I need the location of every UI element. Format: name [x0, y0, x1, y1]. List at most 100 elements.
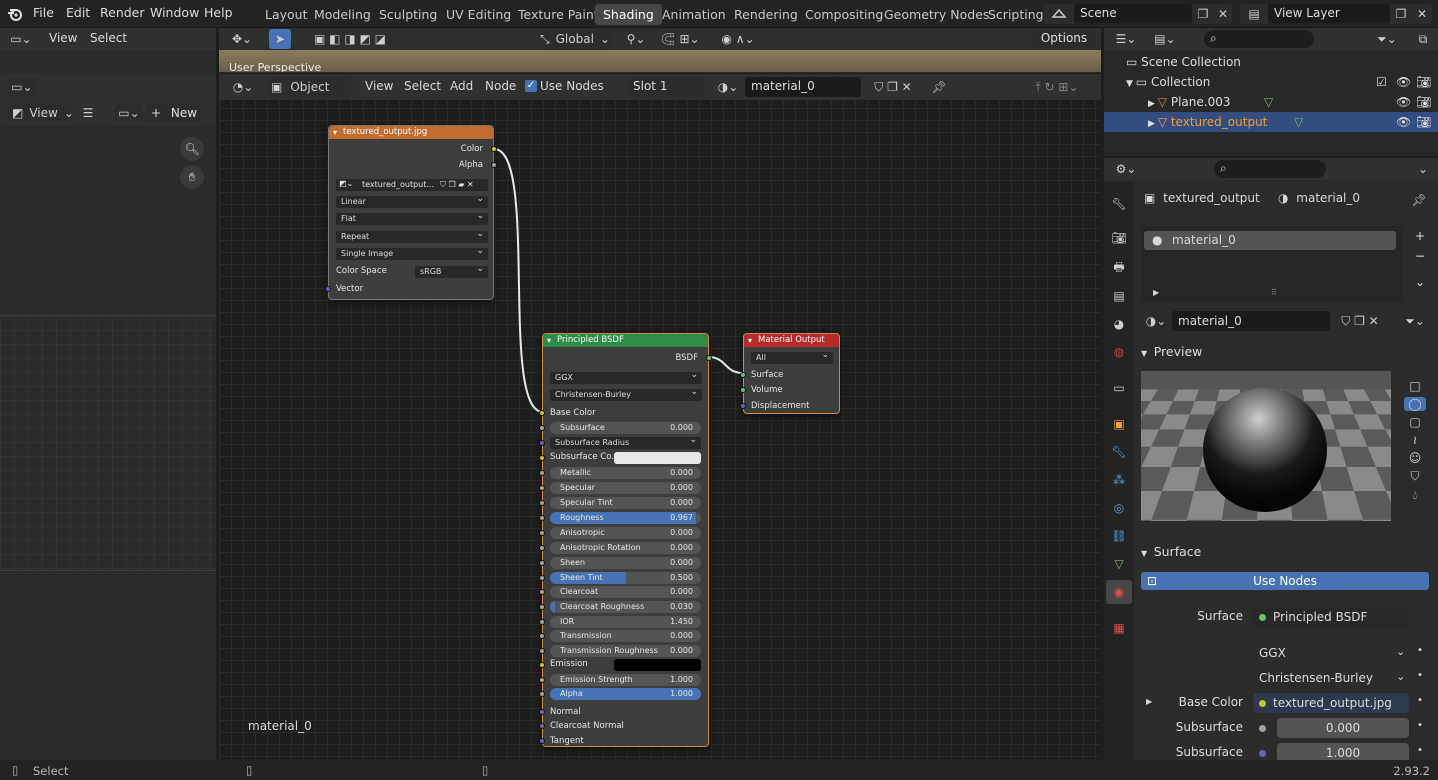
eye-icon[interactable]: 👁︎	[1396, 112, 1411, 132]
output-alpha-socket[interactable]	[491, 162, 497, 168]
bsdf-input-socket[interactable]	[539, 589, 545, 595]
image-browse-icon[interactable]: ▭⌄	[115, 104, 143, 122]
subsurface-method-dropdown[interactable]: Christensen-Burley	[550, 386, 702, 401]
collection-row[interactable]: ▼ ▭ Collection ☑ 👁︎ 📷︎	[1126, 72, 1438, 92]
preview-panel-header[interactable]: ▼ Preview	[1141, 344, 1202, 359]
slider-anisotropic[interactable]: Anisotropic 0.000	[550, 527, 701, 539]
select-mode-icons[interactable]: ▣ ◧ ◨ ◩ ◪	[305, 29, 395, 49]
slider-roughness[interactable]: Roughness 0.967	[550, 512, 701, 524]
keyframe-dot-icon[interactable]: •	[1417, 745, 1423, 756]
bsdf-input-socket[interactable]	[539, 440, 545, 446]
camera-icon[interactable]: 📷︎	[1416, 112, 1431, 132]
bsdf-input-socket[interactable]	[539, 604, 545, 610]
blender-logo-icon[interactable]	[6, 5, 24, 23]
view-layer-field[interactable]: View Layer	[1268, 4, 1390, 23]
chevron-down-icon[interactable]: ⌄	[1412, 160, 1434, 178]
bsdf-input-socket[interactable]	[539, 619, 545, 625]
camera-icon[interactable]: 📷︎	[1416, 92, 1431, 112]
volume-socket[interactable]	[740, 387, 746, 393]
slider-metallic[interactable]: Metallic 0.000	[550, 467, 701, 479]
output-color-socket[interactable]	[491, 146, 497, 152]
slider-transmission-roughness[interactable]: Transmission Roughness 0.000	[550, 645, 701, 657]
tool-tab-icon[interactable]: 🔧︎	[1109, 194, 1129, 214]
slot-menu-button[interactable]: ⌄	[1410, 273, 1430, 292]
input-vector-socket[interactable]	[325, 286, 331, 292]
distribution-dropdown[interactable]: GGX	[550, 369, 702, 384]
resize-grip-icon[interactable]: ⠿	[1271, 288, 1277, 297]
color-swatch[interactable]	[614, 452, 701, 464]
material-output-node[interactable]: Material Output All Surface Volume Displ…	[740, 333, 840, 414]
prop-field[interactable]: textured_output.jpg	[1253, 693, 1409, 713]
source-dropdown[interactable]: Single Image	[336, 245, 488, 260]
material-slot-item[interactable]: ● material_0	[1144, 231, 1396, 250]
principled-bsdf-node[interactable]: Principled BSDF BSDF GGX Christensen-Bur…	[539, 333, 712, 747]
scene-selector-icon[interactable]	[1044, 4, 1074, 24]
bsdf-input-socket[interactable]	[539, 633, 545, 639]
material-browse-icon[interactable]: ◑⌄	[713, 77, 743, 97]
outliner-item-plane[interactable]: ▶ ▽ Plane.003 ▽ 👁︎ 📷︎	[1104, 92, 1438, 112]
expand-right-icon[interactable]: ▶	[1146, 697, 1152, 706]
bsdf-input-socket[interactable]	[539, 500, 545, 506]
slider-clearcoat-roughness[interactable]: Clearcoat Roughness 0.030	[550, 601, 701, 613]
transform-tool-icon[interactable]: ✥⌄	[227, 29, 257, 49]
scene-delete-icon[interactable]: ✕	[1214, 4, 1232, 24]
link-icon[interactable]: ⏷⌄	[1400, 311, 1430, 331]
workspace-tab-rendering[interactable]: Rendering	[726, 4, 806, 25]
view-layer-tab-icon[interactable]: ▤	[1109, 286, 1129, 306]
node-select-menu[interactable]: Select	[404, 79, 441, 93]
slot-dropdown[interactable]: Slot 1	[627, 77, 705, 97]
plane-preview-icon[interactable]: □	[1409, 379, 1420, 393]
normal-socket[interactable]	[539, 709, 545, 715]
view-layer-copy-icon[interactable]: ❐	[1390, 4, 1412, 24]
subsurface-radius-dropdown[interactable]: Subsurface Radius	[550, 434, 701, 449]
menu-window[interactable]: Window	[150, 5, 199, 20]
image-canvas[interactable]	[0, 315, 216, 571]
preview-shape-icons[interactable]: □ ◯ ▢ ≀ ☺ ⛉ 💧︎	[1403, 371, 1427, 511]
keyframe-dot-icon[interactable]: •	[1417, 720, 1423, 731]
pivot-icon[interactable]: ⚲⌄	[621, 29, 651, 49]
proportional-edit-icon[interactable]: ◉ ∧⌄	[713, 29, 763, 49]
scene-tab-icon[interactable]: ◕	[1109, 314, 1129, 334]
slider-transmission[interactable]: Transmission 0.000	[550, 630, 701, 642]
workspace-tab-sculpting[interactable]: Sculpting	[371, 4, 445, 25]
scene-copy-icon[interactable]: ❐	[1192, 4, 1214, 24]
slider-emission-strength[interactable]: Emission Strength 1.000	[550, 674, 701, 686]
workspace-tab-texture-paint[interactable]: Texture Paint	[510, 4, 607, 25]
keyframe-dot-icon[interactable]: •	[1417, 695, 1423, 706]
render-tab-icon[interactable]: 📷︎	[1109, 228, 1129, 248]
prop-field[interactable]: GGX	[1253, 643, 1409, 663]
expand-right-icon[interactable]: ▶	[1153, 288, 1159, 297]
editor-type-icon[interactable]: ☰⌄	[1112, 30, 1140, 48]
material-browse-icon[interactable]: ◑⌄	[1141, 311, 1171, 331]
bsdf-output-socket[interactable]	[706, 355, 712, 361]
slider-specular-tint[interactable]: Specular Tint 0.000	[550, 497, 701, 509]
prop-field[interactable]: Christensen-Burley	[1253, 668, 1409, 688]
workspace-tab-animation[interactable]: Animation	[654, 4, 734, 25]
image-texture-node[interactable]: textured_output.jpg Color Alpha ◩⌄ textu…	[325, 125, 497, 300]
eye-icon[interactable]: 👁︎	[1396, 72, 1411, 92]
world-tab-icon[interactable]: ◍	[1109, 342, 1129, 362]
slider-specular[interactable]: Specular 0.000	[550, 482, 701, 494]
scene-name-field[interactable]: Scene	[1074, 4, 1192, 23]
texture-tab-icon[interactable]: ▦	[1109, 618, 1129, 638]
menu-help[interactable]: Help	[204, 5, 233, 20]
slider-sheen-tint[interactable]: Sheen Tint 0.500	[550, 572, 701, 584]
view-layer-icon[interactable]: ▤	[1240, 4, 1268, 24]
image-selector[interactable]: ◩⌄ textured_output... ⛉ ❐ ▰ ✕	[336, 179, 488, 191]
bsdf-input-socket[interactable]	[539, 515, 545, 521]
tangent-socket[interactable]	[539, 738, 545, 744]
base-color-socket[interactable]	[539, 410, 545, 416]
node-add-menu[interactable]: Add	[450, 79, 473, 93]
image-actions-icons[interactable]: ⛉ ❐ ▰ ✕	[440, 179, 474, 191]
bsdf-input-socket[interactable]	[539, 530, 545, 536]
bsdf-node-header[interactable]: Principled BSDF	[543, 334, 708, 347]
sphere-preview-icon[interactable]: ◯	[1404, 397, 1426, 411]
fluid-preview-icon[interactable]: 💧︎	[1413, 488, 1418, 503]
select-cursor-icon[interactable]: ➤	[269, 29, 291, 49]
node-tree-nav-icons[interactable]: ⤒ ↻ ⊞⌄	[1015, 77, 1099, 97]
new-collection-icon[interactable]: ⧉	[1412, 30, 1434, 48]
new-image-button[interactable]: + New	[145, 104, 201, 123]
snap-icon[interactable]: 🧲︎ ⊞⌄	[655, 29, 705, 49]
output-target-dropdown[interactable]: All	[751, 349, 833, 364]
modifier-tab-icon[interactable]: 🔧︎	[1109, 442, 1129, 462]
